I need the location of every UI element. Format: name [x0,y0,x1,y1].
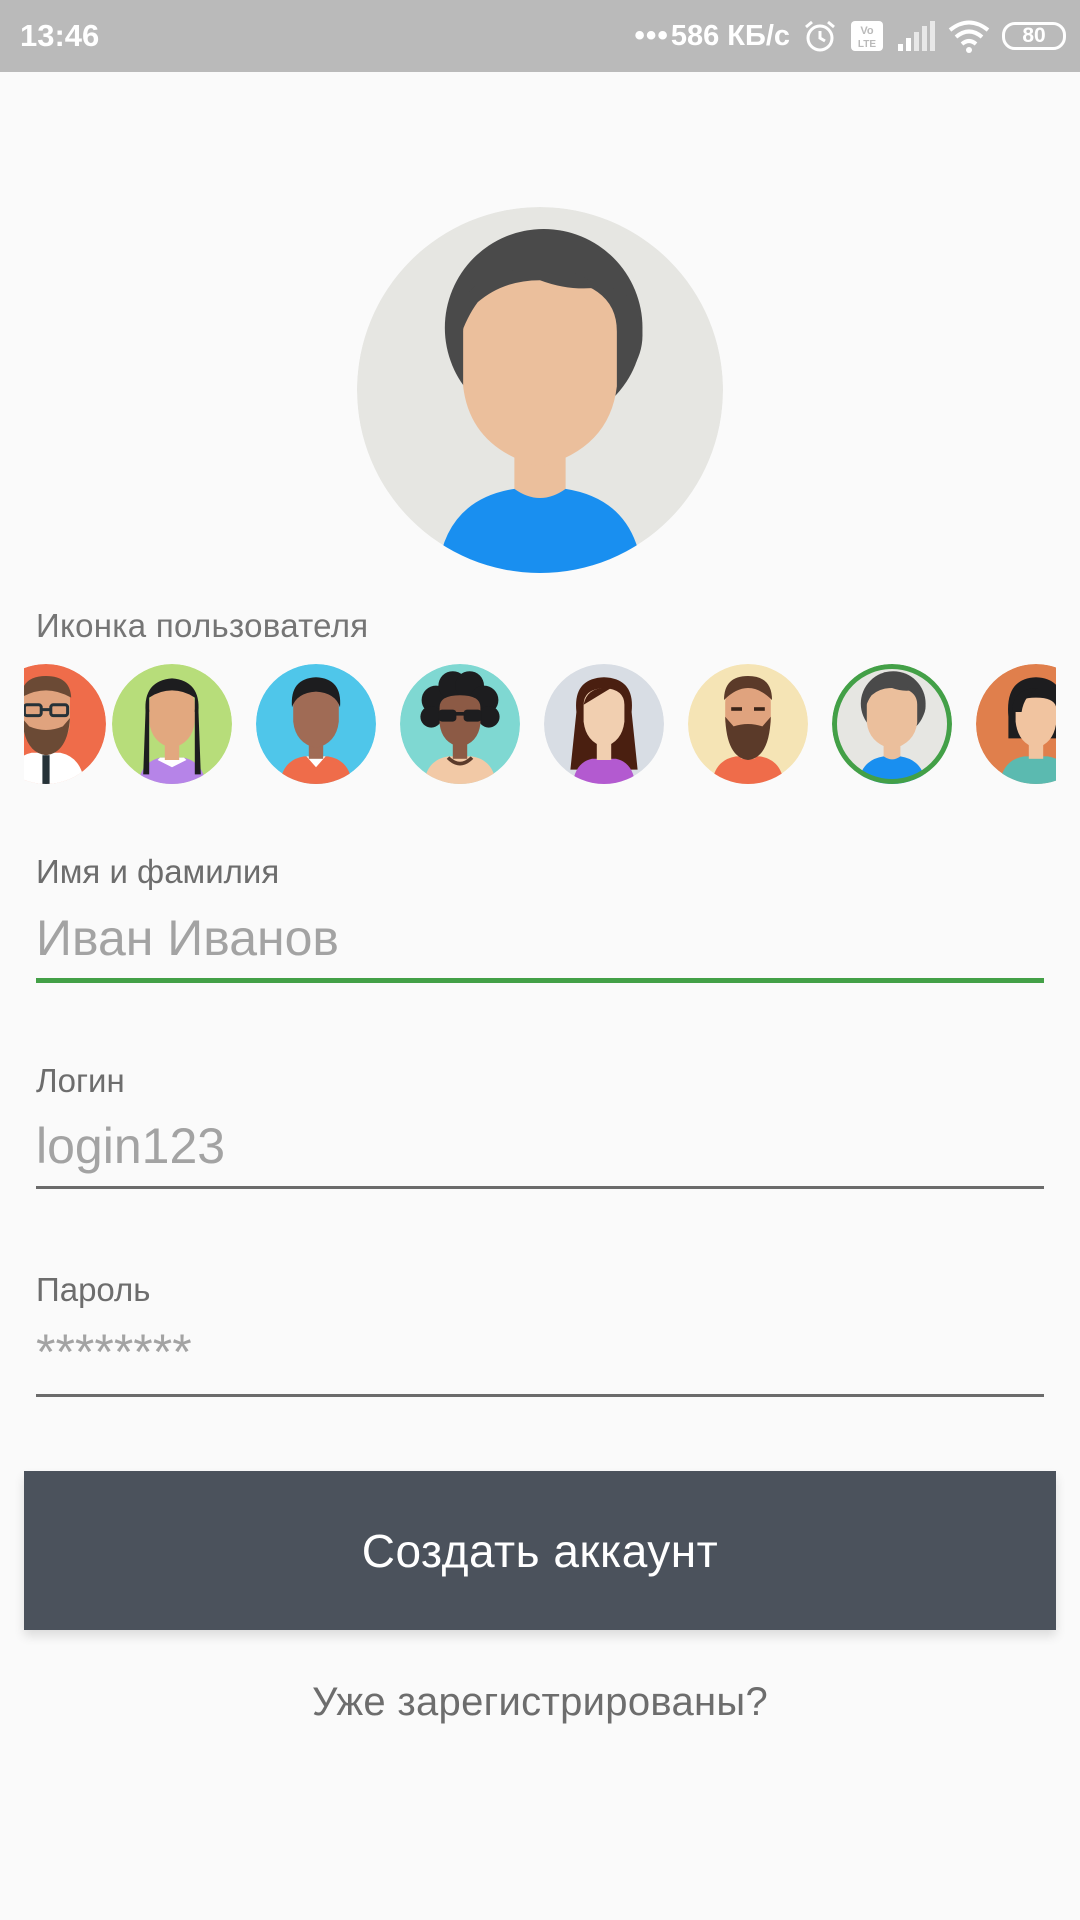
avatar-option-bearded-glasses[interactable] [24,664,106,784]
network-speed: 586 КБ/с [670,19,790,52]
battery-icon: 80 [1002,22,1066,50]
password-input[interactable] [36,1312,1044,1392]
avatar-option-bearded-man[interactable] [688,664,808,784]
status-bar: 13:46 ••• 586 КБ/с Vo LTE 80 [0,0,1080,72]
status-icons: ••• 586 КБ/с Vo LTE 80 [634,0,1066,72]
create-account-label: Создать аккаунт [361,1524,719,1577]
password-label: Пароль [36,1271,151,1308]
svg-text:Vo: Vo [860,25,874,37]
status-time: 13:46 [20,18,100,53]
login-underline [36,1186,1044,1189]
login-input[interactable] [36,1106,1044,1186]
long-hair-woman-avatar-icon [544,664,664,784]
avatar-option-black-bob[interactable] [976,664,1056,784]
avatar-option-girl-braids[interactable] [112,664,232,784]
avatar-option-default-selected[interactable] [832,664,952,784]
signal-icon [898,21,935,51]
avatar-option-long-hair-woman[interactable] [544,664,664,784]
black-bob-avatar-icon [976,664,1056,784]
fullname-underline [36,978,1044,983]
svg-text:LTE: LTE [858,39,876,50]
avatar-option-curly-sunglasses[interactable] [400,664,520,784]
login-label: Логин [36,1062,125,1099]
dark-man-avatar-icon [256,664,376,784]
default-avatar-small-icon [832,664,952,784]
more-dots-icon: ••• [634,19,669,52]
avatar-picker[interactable] [24,662,1056,786]
battery-level: 80 [1022,24,1046,47]
fullname-label: Имя и фамилия [36,853,280,890]
password-underline [36,1394,1044,1397]
bearded-glasses-avatar-icon [24,664,106,784]
volte-icon: Vo LTE [851,21,883,51]
bearded-man-avatar-icon [688,664,808,784]
fullname-input[interactable] [36,898,1044,978]
avatar-picker-label: Иконка пользователя [36,607,369,644]
already-registered-link[interactable]: Уже зарегистрированы? [0,1680,1080,1725]
profile-avatar-preview[interactable] [357,207,723,573]
girl-braids-avatar-icon [112,664,232,784]
default-avatar-icon [357,207,723,573]
wifi-icon [948,20,990,53]
create-account-button[interactable]: Создать аккаунт [24,1471,1056,1630]
alarm-icon [805,20,835,52]
avatar-option-dark-man[interactable] [256,664,376,784]
curly-sunglasses-avatar-icon [400,664,520,784]
